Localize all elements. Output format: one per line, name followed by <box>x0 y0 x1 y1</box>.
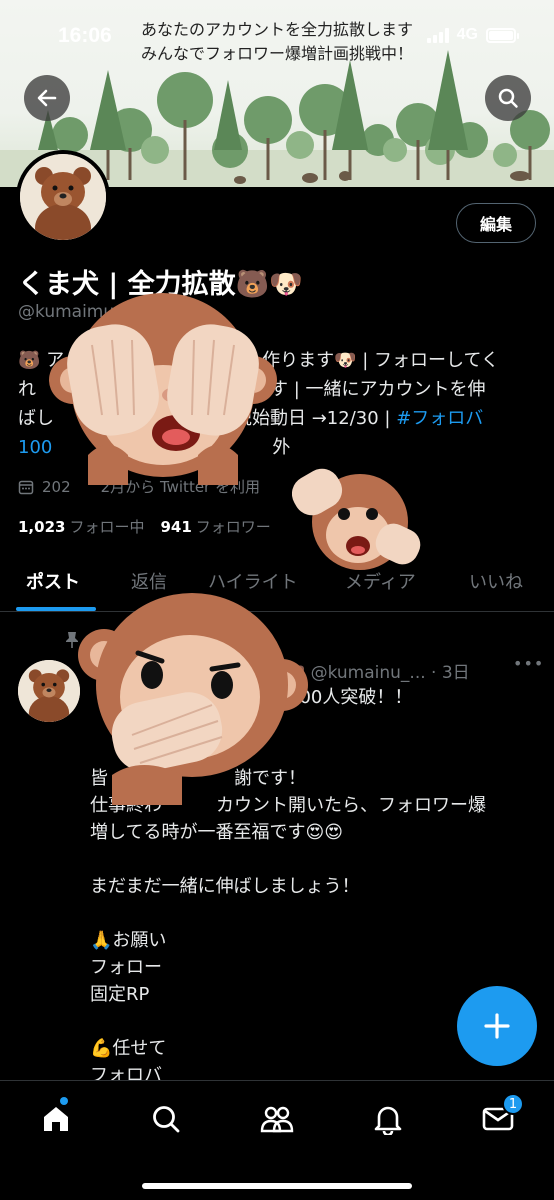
speak-no-evil-monkey-icon <box>78 593 308 805</box>
followers-link[interactable]: 941 フォロワー <box>160 516 270 537</box>
post-line: まだまだ一緒に伸ばしましょう！ <box>90 876 360 897</box>
hashtag-link[interactable]: #フォロバ <box>396 408 483 429</box>
nav-communities[interactable] <box>257 1099 297 1139</box>
nav-notifications[interactable] <box>368 1099 408 1139</box>
home-icon <box>44 1107 68 1131</box>
follow-stats: 1,023 フォロー中 941 フォロワー <box>18 516 271 537</box>
nav-messages[interactable]: 1 <box>478 1093 524 1139</box>
bear-avatar-icon <box>20 154 106 240</box>
following-label: フォロー中 <box>69 518 145 536</box>
back-button[interactable] <box>24 75 70 121</box>
arrow-left-icon <box>37 89 57 107</box>
home-unread-dot <box>60 1097 68 1105</box>
followers-count: 941 <box>160 518 192 536</box>
post-line <box>90 900 530 927</box>
post-line: 🙏お願い <box>90 930 167 951</box>
post-line <box>90 846 530 873</box>
more-options-icon[interactable]: ••• <box>513 654 544 673</box>
calendar-icon <box>18 480 34 494</box>
followers-label: フォロワー <box>195 518 271 536</box>
home-indicator <box>142 1183 412 1189</box>
search-button[interactable] <box>485 75 531 121</box>
nav-search[interactable] <box>146 1099 186 1139</box>
bottom-navigation: 1 <box>0 1080 554 1200</box>
notifications-icon <box>374 1106 402 1135</box>
search-icon <box>153 1106 180 1133</box>
see-no-evil-monkey-icon <box>49 293 277 485</box>
profile-avatar[interactable] <box>16 150 110 244</box>
following-count: 1,023 <box>18 518 66 536</box>
network-type: 4G <box>456 26 478 43</box>
messages-badge: 1 <box>502 1093 524 1115</box>
post-line: フォロー <box>90 957 162 978</box>
edit-profile-button[interactable]: 編集 <box>456 203 536 243</box>
bear-avatar-icon <box>18 660 80 722</box>
post-author-avatar[interactable] <box>18 660 80 722</box>
status-bar: 16:06 あなたのアカウントを全力拡散します みんなでフォロワー爆増計画挑戦中… <box>0 0 554 70</box>
post-line: 増してる時が一番至福です😍😍 <box>90 822 343 843</box>
following-link[interactable]: 1,023 フォロー中 <box>18 516 144 537</box>
nav-home[interactable] <box>36 1097 76 1139</box>
battery-icon <box>486 27 519 43</box>
signal-icon <box>426 27 449 43</box>
hear-no-evil-monkey-icon <box>292 468 421 570</box>
tab-likes[interactable]: いいね <box>469 568 523 594</box>
compose-post-button[interactable] <box>457 986 537 1066</box>
communities-icon <box>260 1106 294 1133</box>
search-icon <box>498 88 518 108</box>
plus-icon <box>484 1013 510 1039</box>
